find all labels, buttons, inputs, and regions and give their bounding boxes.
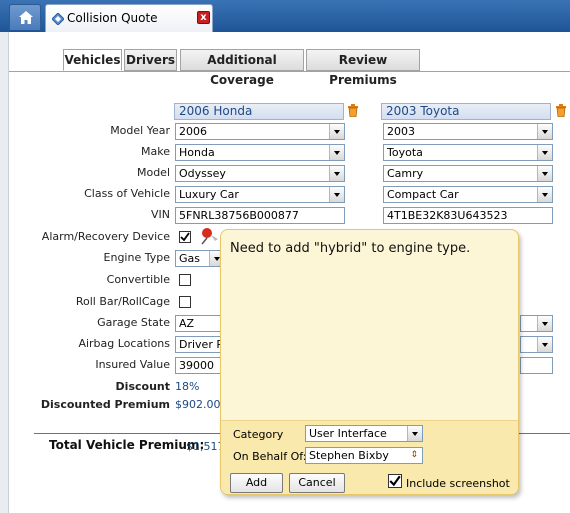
vehicle1-vin-input[interactable]: 5FNRL38756B000877 (175, 207, 345, 224)
label-discounted-premium: Discounted Premium (40, 398, 170, 411)
label-discount: Discount (115, 380, 170, 393)
vehicle1-convertible-checkbox[interactable] (179, 274, 191, 286)
chevron-down-icon[interactable] (407, 426, 422, 441)
vehicle1-discounted-premium: $902.00 (175, 398, 221, 411)
left-edge (0, 32, 9, 513)
chevron-down-icon[interactable] (329, 124, 344, 139)
delete-vehicle1-icon[interactable] (347, 104, 359, 117)
vehicle1-header: 2006 Honda (174, 103, 344, 120)
label-engine: Engine Type (103, 251, 170, 264)
vehicle1-airbag-value: Driver Pa (179, 338, 225, 351)
label-convertible: Convertible (106, 273, 170, 286)
chevron-down-icon[interactable] (329, 145, 344, 160)
vehicle1-model-value: Odyssey (179, 167, 226, 180)
vehicle1-make-value: Honda (179, 146, 215, 159)
label-make: Make (141, 145, 170, 158)
tab-collision-quote[interactable]: Collision Quote x (45, 4, 213, 32)
vehicle1-garage-value: AZ (179, 317, 195, 330)
vehicle1-rollbar-checkbox[interactable] (179, 296, 191, 308)
tab-additional-coverage[interactable]: Additional Coverage (180, 49, 304, 87)
quote-icon (52, 13, 64, 25)
tab-drivers[interactable]: Drivers (124, 49, 177, 71)
vehicle1-discount: 18% (175, 380, 200, 393)
chevron-down-icon[interactable] (329, 166, 344, 181)
vehicle2-garage-select[interactable] (520, 315, 553, 332)
vehicle2-airbag-select[interactable] (520, 336, 553, 353)
vehicle1-insured-input[interactable]: 39000 (175, 357, 225, 374)
label-rollbar: Roll Bar/RollCage (75, 295, 170, 308)
include-screenshot-checkbox[interactable] (388, 474, 402, 488)
vehicle2-make-value: Toyota (387, 146, 423, 159)
vehicle2-class-value: Compact Car (387, 188, 459, 201)
note-text[interactable]: Need to add "hybrid" to engine type. (230, 241, 470, 256)
cancel-button[interactable]: Cancel (289, 473, 345, 493)
label-alarm: Alarm/Recovery Device (41, 230, 170, 243)
updown-icon: ⇕ (410, 450, 418, 460)
label-garage: Garage State (97, 316, 170, 329)
vehicle2-make-select[interactable]: Toyota (383, 144, 553, 161)
category-select[interactable]: User Interface (305, 425, 423, 442)
vehicle1-alarm-checkbox[interactable] (179, 231, 191, 243)
close-icon[interactable]: x (197, 11, 210, 24)
vehicle1-total-premium: $1,517 (186, 440, 225, 453)
home-button[interactable] (9, 4, 41, 30)
check-icon (180, 232, 190, 242)
vehicle1-year-select[interactable]: 2006 (175, 123, 345, 140)
vehicle2-header: 2003 Toyota (381, 103, 551, 120)
vehicle2-model-value: Camry (387, 167, 424, 180)
vehicle2-year-select[interactable]: 2003 (383, 123, 553, 140)
pushpin-icon (201, 228, 218, 245)
chevron-down-icon[interactable] (537, 316, 552, 331)
tab-label: Collision Quote (67, 11, 158, 25)
behalf-label: On Behalf Of: (233, 450, 307, 463)
vehicle1-engine-value: Gas (179, 252, 200, 265)
chevron-down-icon[interactable] (537, 124, 552, 139)
delete-vehicle2-icon[interactable] (555, 104, 567, 117)
category-label: Category (233, 428, 284, 441)
vehicle2-year-value: 2003 (387, 125, 415, 138)
chevron-down-icon[interactable] (329, 187, 344, 202)
label-class: Class of Vehicle (84, 187, 170, 200)
chevron-down-icon[interactable] (537, 337, 552, 352)
vehicle1-airbag-select[interactable]: Driver Pa (175, 336, 225, 353)
label-model: Model (136, 166, 170, 179)
behalf-select[interactable]: Stephen Bixby ⇕ (305, 447, 423, 464)
vehicle1-model-select[interactable]: Odyssey (175, 165, 345, 182)
note-footer: Category User Interface On Behalf Of: St… (221, 420, 518, 494)
tab-review-premiums[interactable]: Review Premiums (306, 49, 420, 87)
add-button[interactable]: Add (230, 473, 283, 493)
vehicle2-insured-input[interactable] (520, 357, 553, 374)
label-vin: VIN (151, 208, 170, 221)
home-icon (19, 11, 33, 24)
vehicle2-model-select[interactable]: Camry (383, 165, 553, 182)
sticky-note-popup: Need to add "hybrid" to engine type. Cat… (220, 229, 519, 495)
vehicle1-class-value: Luxury Car (179, 188, 239, 201)
vehicle1-garage-select[interactable]: AZ (175, 315, 225, 332)
label-model-year: Model Year (110, 124, 170, 137)
total-premium-label: Total Vehicle Premium: (49, 438, 205, 452)
chevron-down-icon[interactable] (537, 145, 552, 160)
vehicle1-class-select[interactable]: Luxury Car (175, 186, 345, 203)
vehicle1-year-value: 2006 (179, 125, 207, 138)
vehicle2-class-select[interactable]: Compact Car (383, 186, 553, 203)
category-value: User Interface (309, 427, 387, 440)
check-icon (389, 475, 401, 487)
vehicle2-vin-input[interactable]: 4T1BE32K83U643523 (383, 207, 553, 224)
vehicle1-engine-select[interactable]: Gas (175, 250, 225, 267)
chevron-down-icon[interactable] (537, 166, 552, 181)
label-airbag: Airbag Locations (78, 337, 170, 350)
label-insured: Insured Value (95, 358, 170, 371)
include-screenshot-label: Include screenshot (406, 477, 510, 490)
vehicle1-make-select[interactable]: Honda (175, 144, 345, 161)
subtab-underline (9, 71, 570, 72)
chevron-down-icon[interactable] (537, 187, 552, 202)
tab-vehicles[interactable]: Vehicles (63, 49, 122, 71)
behalf-value: Stephen Bixby (309, 449, 389, 462)
